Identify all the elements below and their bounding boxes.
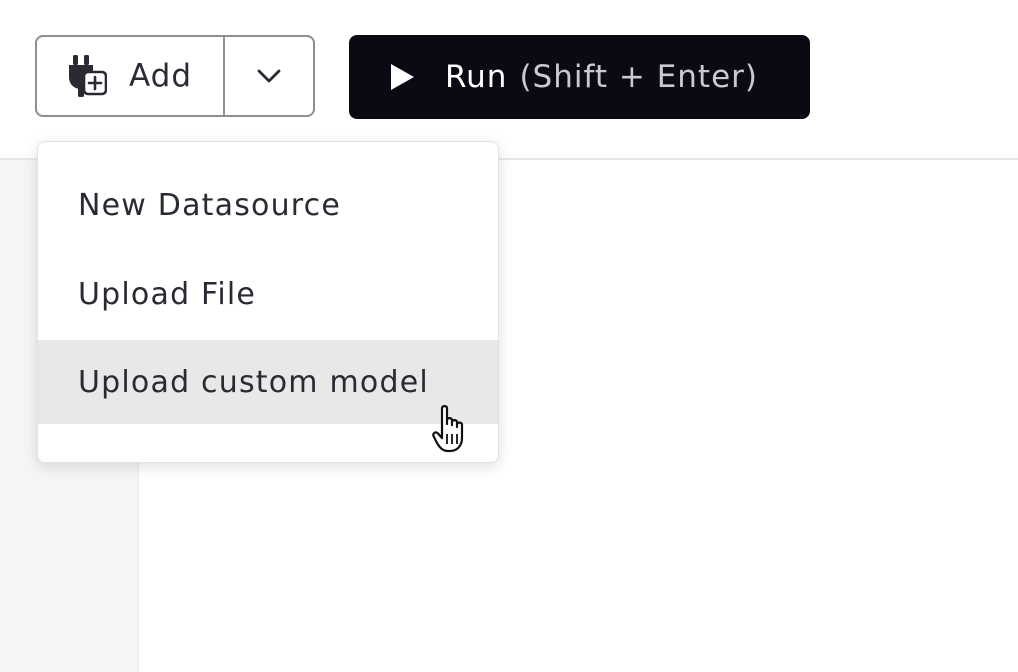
add-dropdown-menu: New Datasource Upload File Upload custom… bbox=[37, 141, 499, 463]
menu-item-upload-file[interactable]: Upload File bbox=[38, 252, 498, 336]
add-dropdown-toggle[interactable] bbox=[225, 37, 313, 115]
plug-add-icon bbox=[67, 55, 108, 97]
run-shortcut-hint: (Shift + Enter) bbox=[519, 59, 758, 95]
chevron-down-icon bbox=[257, 69, 281, 83]
hand-pointer-icon bbox=[432, 405, 464, 453]
add-button[interactable]: Add bbox=[37, 37, 223, 115]
menu-item-upload-custom-model[interactable]: Upload custom model bbox=[38, 340, 498, 424]
play-icon bbox=[391, 64, 414, 90]
add-button-label: Add bbox=[129, 58, 193, 94]
run-button-label: Run bbox=[445, 59, 508, 95]
add-split-button: Add bbox=[35, 35, 315, 117]
run-button[interactable]: Run (Shift + Enter) bbox=[349, 35, 810, 119]
menu-item-new-datasource[interactable]: New Datasource bbox=[38, 163, 498, 247]
